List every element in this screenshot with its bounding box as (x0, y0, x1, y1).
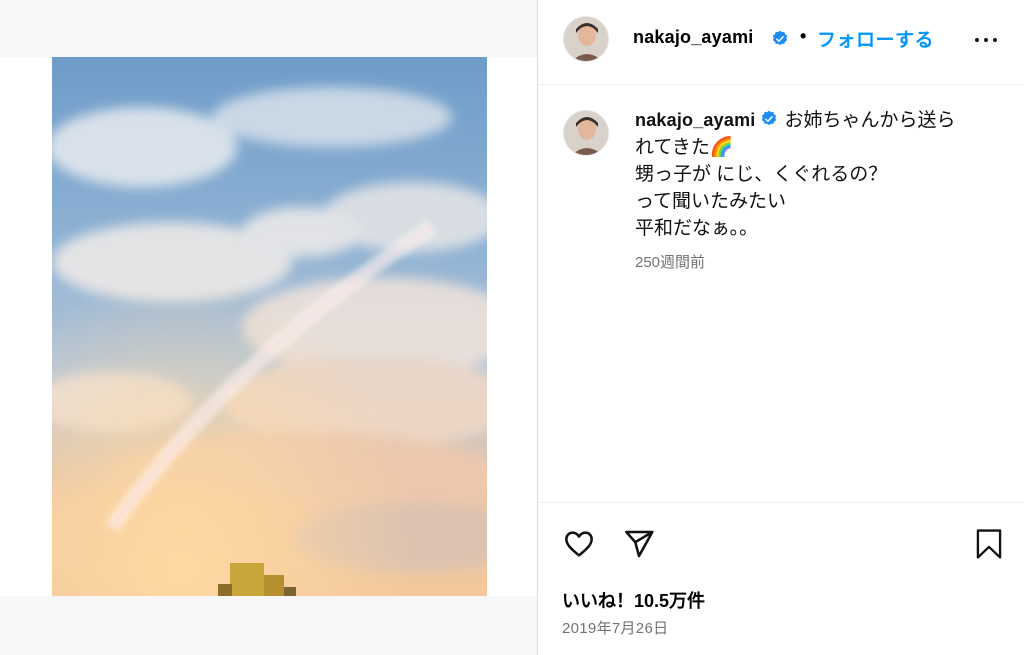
verified-badge-icon (762, 110, 777, 126)
caption-line: って聞いたみたい (635, 191, 787, 212)
post-photo[interactable] (52, 57, 487, 596)
action-bar: いいね！10.5万件 2019年7月26日 (538, 502, 1024, 655)
follow-button[interactable]: フォローする (817, 25, 934, 52)
caption-text: nakajo_ayami お姉ちゃんから送ら れてきた🌈 甥っ子が にじ、くぐれる… (635, 107, 1005, 242)
caption-line: お姉ちゃんから送ら (784, 110, 956, 131)
caption-comment: nakajo_ayami お姉ちゃんから送ら れてきた🌈 甥っ子が にじ、くぐれる… (538, 85, 1024, 501)
more-options-icon[interactable] (975, 28, 1001, 50)
media-pane (0, 0, 537, 655)
post-header: nakajo_ayami • フォローする (538, 0, 1024, 85)
caption-line: れてきた🌈 (635, 137, 734, 158)
caption-line: 平和だなぁ。。 (635, 218, 759, 239)
caption-time-ago[interactable]: 250週間前 (635, 251, 705, 272)
caption-line: 甥っ子が にじ、くぐれるの？ (635, 164, 888, 185)
verified-badge-icon (772, 30, 788, 46)
avatar[interactable] (563, 16, 609, 62)
caption-avatar[interactable] (563, 110, 609, 156)
caption-username[interactable]: nakajo_ayami (635, 110, 755, 130)
media-letterbox-top (0, 0, 537, 57)
media-letterbox-bottom (0, 596, 537, 655)
bookmark-icon[interactable] (975, 527, 1003, 561)
likes-count[interactable]: いいね！10.5万件 (562, 587, 705, 613)
heart-icon[interactable] (562, 528, 596, 560)
header-separator: • (800, 26, 807, 46)
paper-plane-icon[interactable] (622, 528, 656, 560)
post-side-panel: nakajo_ayami • フォローする nakajo_ayami お姉ちゃんか… (537, 0, 1024, 655)
post-date[interactable]: 2019年7月26日 (562, 617, 668, 638)
header-username[interactable]: nakajo_ayami (633, 27, 753, 48)
